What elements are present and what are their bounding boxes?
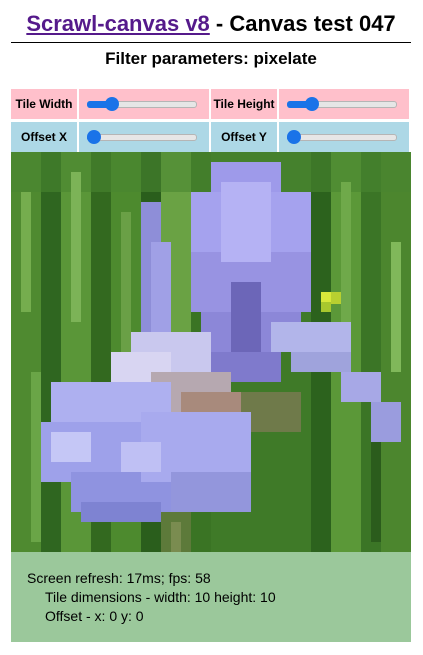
header-divider	[11, 42, 411, 43]
scrawl-canvas-link[interactable]: Scrawl-canvas v8	[26, 11, 209, 36]
controls-panel: Tile Width Tile Height Offset X Offset Y	[11, 89, 411, 155]
report-refresh: Screen refresh: 17ms; fps: 58	[27, 570, 211, 586]
slider-thumb[interactable]	[104, 97, 119, 111]
tile-width-cell	[79, 89, 209, 119]
tile-height-label: Tile Height	[211, 89, 277, 119]
slider-thumb[interactable]	[287, 130, 301, 144]
report-panel: Screen refresh: 17ms; fps: 58 Tile dimen…	[11, 552, 411, 642]
page-title: - Canvas test 047	[209, 11, 396, 36]
offset-y-slider[interactable]	[287, 129, 397, 145]
tile-height-cell	[279, 89, 409, 119]
offset-y-cell	[279, 122, 409, 152]
slider-thumb[interactable]	[304, 97, 319, 111]
offset-y-label: Offset Y	[211, 122, 277, 152]
filter-subtitle: Filter parameters: pixelate	[105, 49, 317, 68]
report-offset: Offset - x: 0 y: 0	[45, 608, 144, 624]
tile-height-slider[interactable]	[287, 96, 397, 112]
slider-track	[287, 134, 397, 141]
offset-x-slider[interactable]	[87, 129, 197, 145]
page-header: Scrawl-canvas v8 - Canvas test 047	[11, 8, 411, 40]
tile-width-slider[interactable]	[87, 96, 197, 112]
report-tile-dimensions: Tile dimensions - width: 10 height: 10	[45, 589, 276, 605]
tile-width-label: Tile Width	[11, 89, 77, 119]
pixelated-iris-image	[11, 152, 411, 552]
controls-row-tile: Tile Width Tile Height	[11, 89, 411, 119]
pixelate-canvas[interactable]	[11, 152, 411, 552]
controls-row-offset: Offset X Offset Y	[11, 122, 411, 152]
slider-thumb[interactable]	[87, 130, 101, 144]
slider-track	[87, 134, 197, 141]
offset-x-cell	[79, 122, 209, 152]
offset-x-label: Offset X	[11, 122, 77, 152]
